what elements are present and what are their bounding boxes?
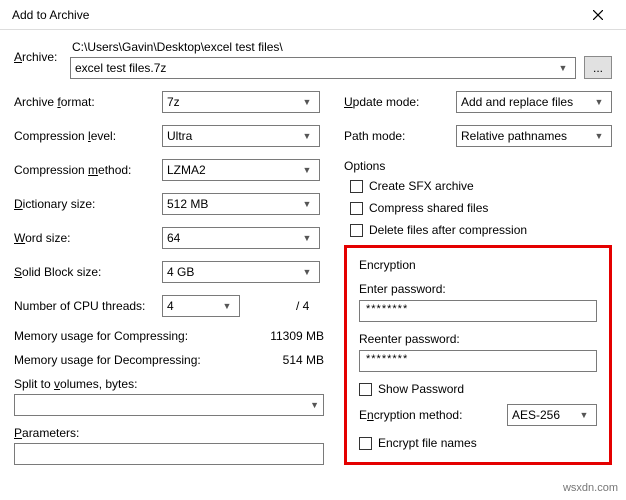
chevron-down-icon: ▼ — [299, 199, 315, 209]
word-size-select[interactable]: 64▼ — [162, 227, 320, 249]
mem-compress-label: Memory usage for Compressing: — [14, 329, 188, 343]
watermark: wsxdn.com — [563, 482, 618, 494]
mem-decompress-label: Memory usage for Decompressing: — [14, 353, 201, 367]
encryption-title: Encryption — [359, 258, 597, 272]
chevron-down-icon: ▼ — [299, 131, 315, 141]
chevron-down-icon: ▼ — [299, 233, 315, 243]
encryption-method-label: Encryption method: — [359, 408, 507, 422]
split-volumes-input[interactable]: ▼ — [14, 394, 324, 416]
path-mode-label: Path mode: — [344, 129, 456, 143]
reenter-password-input[interactable]: ******** — [359, 350, 597, 372]
close-button[interactable] — [578, 0, 618, 30]
cpu-threads-label: Number of CPU threads: — [14, 299, 162, 313]
enter-password-label: Enter password: — [359, 282, 597, 296]
chevron-down-icon: ▼ — [310, 400, 319, 410]
update-mode-label: Update mode: — [344, 95, 456, 109]
create-sfx-checkbox[interactable]: Create SFX archive — [350, 179, 612, 193]
compression-method-label: Compression method: — [14, 163, 162, 177]
archive-label: Archive: — [14, 40, 70, 64]
checkbox-icon — [359, 383, 372, 396]
archive-format-label: Archive format: — [14, 95, 162, 109]
chevron-down-icon: ▼ — [576, 410, 592, 420]
compression-method-select[interactable]: LZMA2▼ — [162, 159, 320, 181]
compression-level-label: Compression level: — [14, 129, 162, 143]
delete-after-checkbox[interactable]: Delete files after compression — [350, 223, 612, 237]
mem-compress-value: 11309 MB — [270, 329, 324, 343]
browse-button[interactable]: ... — [584, 56, 612, 79]
checkbox-icon — [350, 224, 363, 237]
chevron-down-icon: ▼ — [299, 267, 315, 277]
parameters-label: Parameters: — [14, 426, 324, 440]
compression-level-select[interactable]: Ultra▼ — [162, 125, 320, 147]
solid-block-size-label: Solid Block size: — [14, 265, 162, 279]
cpu-threads-select[interactable]: 4▼ — [162, 295, 240, 317]
update-mode-select[interactable]: Add and replace files▼ — [456, 91, 612, 113]
checkbox-icon — [350, 180, 363, 193]
archive-format-select[interactable]: 7z▼ — [162, 91, 320, 113]
options-label: Options — [344, 159, 612, 173]
chevron-down-icon: ▼ — [219, 301, 235, 311]
enter-password-input[interactable]: ******** — [359, 300, 597, 322]
compress-shared-checkbox[interactable]: Compress shared files — [350, 201, 612, 215]
archive-filename-input[interactable]: excel test files.7z ▼ — [70, 57, 576, 79]
chevron-down-icon: ▼ — [299, 165, 315, 175]
dictionary-size-label: Dictionary size: — [14, 197, 162, 211]
archive-path: C:\Users\Gavin\Desktop\excel test files\ — [70, 40, 612, 54]
encryption-group: Encryption Enter password: ******** Reen… — [344, 245, 612, 465]
chevron-down-icon: ▼ — [591, 97, 607, 107]
close-icon — [593, 10, 603, 20]
window-title: Add to Archive — [8, 8, 578, 22]
solid-block-size-select[interactable]: 4 GB▼ — [162, 261, 320, 283]
parameters-input[interactable] — [14, 443, 324, 465]
checkbox-icon — [350, 202, 363, 215]
encryption-method-select[interactable]: AES-256▼ — [507, 404, 597, 426]
reenter-password-label: Reenter password: — [359, 332, 597, 346]
titlebar: Add to Archive — [0, 0, 626, 30]
word-size-label: Word size: — [14, 231, 162, 245]
show-password-checkbox[interactable]: Show Password — [359, 382, 597, 396]
dictionary-size-select[interactable]: 512 MB▼ — [162, 193, 320, 215]
chevron-down-icon: ▼ — [555, 63, 571, 73]
path-mode-select[interactable]: Relative pathnames▼ — [456, 125, 612, 147]
encrypt-filenames-checkbox[interactable]: Encrypt file names — [359, 436, 597, 450]
chevron-down-icon: ▼ — [591, 131, 607, 141]
split-volumes-label: Split to volumes, bytes: — [14, 377, 324, 391]
chevron-down-icon: ▼ — [299, 97, 315, 107]
cpu-threads-max: / 4 — [246, 299, 309, 313]
checkbox-icon — [359, 437, 372, 450]
mem-decompress-value: 514 MB — [283, 353, 324, 367]
